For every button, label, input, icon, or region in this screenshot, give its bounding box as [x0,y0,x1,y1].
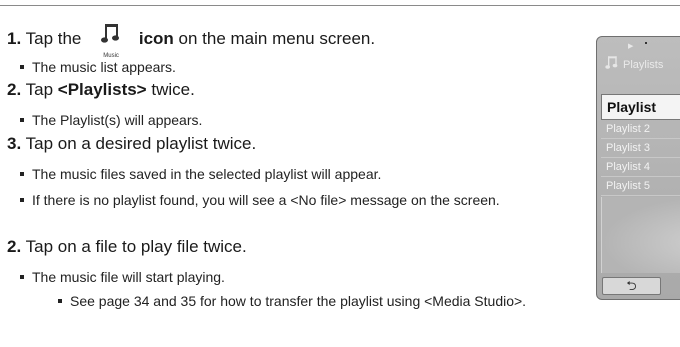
bullet-marker [20,65,24,70]
playlist-list: Playlist Playlist 2 Playlist 3 Playlist … [601,94,680,196]
bullet-text: The music list appears. [32,59,176,75]
step-bold-text: icon [138,29,174,48]
bullet-text: If there is no playlist found, you will … [32,192,500,208]
device-header: ▶ Playlists [597,37,680,93]
bullet-marker [20,172,24,177]
playlist-item[interactable]: Playlist 5 [601,177,680,196]
playlist-item-selected[interactable]: Playlist [601,94,680,120]
device-empty-area [601,197,680,273]
step-bold-text: <Playlists> [57,80,147,99]
device-screen: ▶ Playlists Playlist Playlist 2 Playlist… [596,36,680,300]
play-icon: ▶ [628,43,634,50]
playlist-item[interactable]: Playlist 4 [601,158,680,177]
step-text: Tap on a file to play file twice. [25,237,247,256]
step-number: 3. [7,134,22,153]
bullet-text: See page 34 and 35 for how to transfer t… [70,293,527,309]
step-4: 2. Tap on a file to play file twice. [7,237,247,257]
step-text: Tap on a desired playlist twice. [25,134,257,153]
step-text: on the main menu screen. [178,29,376,48]
step-text: Tap the [25,29,82,48]
sub-bullet-item: See page 34 and 35 for how to transfer t… [58,292,526,311]
back-arrow-icon: ⮌ [626,278,637,293]
music-note-icon [605,55,619,76]
back-button[interactable]: ⮌ [602,277,661,295]
step-text: twice. [151,80,195,99]
bullet-item: The music file will start playing. [20,268,225,287]
bullet-text: The music file will start playing. [32,269,225,285]
bullet-marker [58,299,62,304]
step-number: 1. [7,29,22,48]
step-1: 1. Tap the Music icon on the main menu s… [7,22,376,59]
step-3: 3. Tap on a desired playlist twice. [7,134,256,154]
playlist-item[interactable]: Playlist 3 [601,139,680,158]
step-number: 2. [7,80,22,99]
bullet-item: The music list appears. [20,58,176,77]
bullet-marker [20,275,24,280]
playlist-item[interactable]: Playlist 2 [601,120,680,139]
step-text: Tap [25,80,54,99]
device-title: Playlists [623,59,664,71]
step-2: 2. Tap <Playlists> twice. [7,80,195,100]
music-note-icon: Music [98,22,124,59]
bullet-item: The music files saved in the selected pl… [20,165,381,184]
bullet-text: The Playlist(s) will appears. [32,112,203,128]
bullet-marker [20,198,24,203]
bullet-text: The music files saved in the selected pl… [32,166,382,182]
step-number: 2. [7,237,22,256]
top-divider [0,5,680,6]
bullet-marker [20,118,24,123]
status-dot-icon [645,42,647,44]
bullet-item: The Playlist(s) will appears. [20,111,202,130]
bullet-item: If there is no playlist found, you will … [20,191,585,210]
